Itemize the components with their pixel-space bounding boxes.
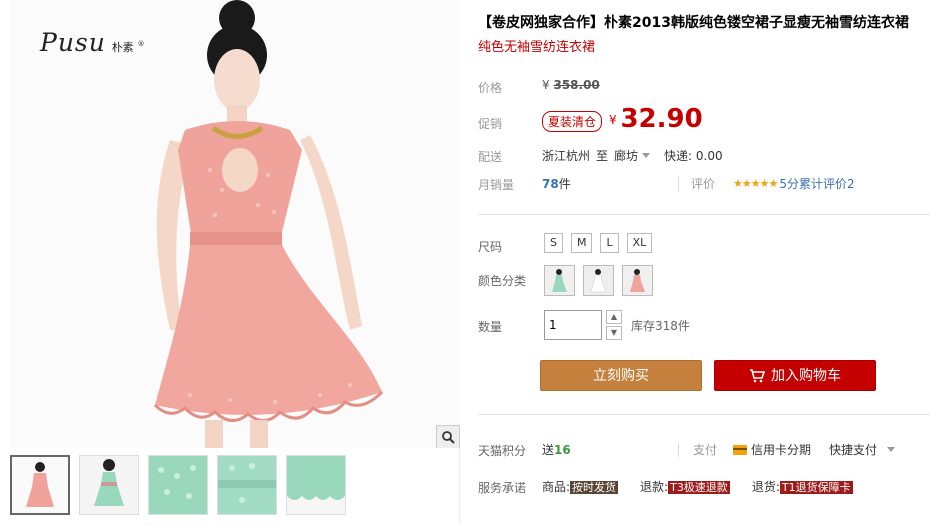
size-option-m[interactable]: M — [570, 233, 593, 253]
payment-label: 支付 — [693, 443, 718, 457]
divider — [478, 214, 930, 215]
rating-stars-icon: ★★★★★ — [733, 177, 778, 190]
payment-options: 支付 信用卡分期 快捷支付 — [678, 441, 896, 458]
points-label: 天猫积分 — [478, 444, 527, 458]
monthly-sales-count: 78 — [542, 177, 559, 191]
add-to-cart-label: 加入购物车 — [771, 368, 841, 384]
divider — [478, 414, 930, 415]
monthly-sales-label: 月销量 — [478, 178, 515, 192]
price-label: 价格 — [478, 81, 503, 95]
size-options: S M L XL — [544, 233, 653, 253]
shipping-fee: 快递: 0.00 — [664, 149, 723, 163]
brand-chinese: 朴素 — [111, 41, 134, 54]
service-return-label: 退货: — [751, 480, 780, 494]
buy-now-button[interactable]: 立刻购买 — [540, 360, 702, 391]
divider — [678, 176, 679, 191]
quantity-step-buttons: ▲ ▼ — [606, 310, 622, 340]
chevron-down-icon[interactable] — [887, 447, 896, 452]
quantity-increase-button[interactable]: ▲ — [606, 310, 622, 324]
shipping-row: 浙江杭州 至 廊坊 快递: 0.00 — [542, 147, 723, 164]
review-label: 评价 — [691, 177, 716, 191]
cart-icon — [750, 369, 766, 383]
size-option-s[interactable]: S — [544, 233, 563, 253]
size-label: 尺码 — [478, 240, 503, 254]
payment-quick-pay[interactable]: 快捷支付 — [829, 441, 877, 458]
review-count-link[interactable]: 5分累计评价2 — [779, 175, 854, 192]
model-in-pink-dress-illustration — [10, 0, 460, 448]
product-subtitle: 纯色无袖雪纺连衣裙 — [478, 40, 596, 55]
service-return-tag[interactable]: T1退货保障卡 — [779, 481, 853, 494]
monthly-sales-unit: 件 — [558, 177, 571, 191]
color-option-white[interactable] — [583, 265, 614, 296]
payment-credit-installment[interactable]: 信用卡分期 — [751, 441, 811, 458]
service-refund: 退款: T3极速退款 — [640, 478, 730, 495]
size-option-l[interactable]: L — [600, 233, 619, 253]
stock-count: 库存318件 — [631, 319, 690, 333]
product-title: 【卷皮网独家合作】朴素2013韩版纯色镂空裙子显瘦无袖雪纺连衣裙 — [478, 15, 909, 31]
promo-price-currency: ¥ — [609, 113, 617, 127]
service-refund-tag[interactable]: T3极速退款 — [668, 481, 730, 494]
shipping-destination-select[interactable]: 廊坊 — [614, 147, 651, 164]
product-gallery: Pusu 朴素 ® — [0, 0, 460, 525]
promo-price: ¥ 32.90 — [609, 104, 703, 134]
divider — [678, 442, 679, 457]
promo-badge: 夏装清仓 — [542, 111, 603, 132]
service-goods-label: 商品: — [542, 480, 571, 494]
thumbnail-mint-detail[interactable] — [148, 455, 208, 515]
chevron-down-icon — [642, 153, 651, 158]
points-prefix: 送 — [542, 443, 555, 457]
brand-registered: ® — [137, 40, 145, 48]
service-refund-label: 退款: — [640, 480, 669, 494]
service-return: 退货: T1退货保障卡 — [752, 478, 853, 495]
color-options — [544, 265, 653, 296]
thumbnail-mint-hem[interactable] — [286, 455, 346, 515]
brand-script: Pusu — [40, 28, 106, 57]
service-goods-tag[interactable]: 按时发货 — [570, 481, 619, 494]
zoom-icon[interactable] — [436, 425, 460, 448]
shipping-origin: 浙江杭州 — [542, 149, 591, 163]
size-option-xl[interactable]: XL — [626, 233, 653, 253]
promo-price-value: 32.90 — [620, 104, 703, 134]
quantity-stepper: ▲ ▼ 库存318件 — [544, 310, 690, 340]
original-price-value: 358.00 — [553, 78, 600, 92]
points-value-row: 送16 — [542, 441, 571, 458]
service-promises: 商品: 按时发货 退款: T3极速退款 退货: T1退货保障卡 — [542, 478, 875, 495]
thumbnail-strip — [10, 455, 346, 515]
add-to-cart-button[interactable]: 加入购物车 — [714, 360, 876, 391]
monthly-sales: 78件 — [542, 175, 571, 192]
thumbnail-mint-bodice[interactable] — [217, 455, 277, 515]
points-value: 16 — [554, 443, 571, 457]
quantity-label: 数量 — [478, 320, 503, 334]
shipping-label: 配送 — [478, 150, 503, 164]
main-product-image[interactable]: Pusu 朴素 ® — [10, 0, 460, 448]
promo-label: 促销 — [478, 117, 503, 131]
service-goods: 商品: 按时发货 — [542, 478, 619, 495]
thumbnail-pink-back[interactable] — [79, 455, 139, 515]
shipping-destination-value: 廊坊 — [614, 149, 639, 163]
review-summary: 评价 ★★★★★ 5分累计评价2 — [678, 175, 855, 192]
service-label: 服务承诺 — [478, 481, 527, 495]
thumbnail-pink-front[interactable] — [10, 455, 70, 515]
quantity-input[interactable] — [544, 310, 602, 340]
brand-logo: Pusu 朴素 ® — [40, 28, 145, 57]
quantity-decrease-button[interactable]: ▼ — [606, 326, 622, 340]
original-price-currency: ¥ — [542, 78, 550, 92]
color-label: 颜色分类 — [478, 274, 527, 288]
color-option-mint-green[interactable] — [544, 265, 575, 296]
shipping-to: 至 — [596, 149, 609, 163]
color-option-pink[interactable] — [622, 265, 653, 296]
original-price: ¥ 358.00 — [542, 78, 600, 92]
credit-card-icon — [733, 444, 748, 455]
